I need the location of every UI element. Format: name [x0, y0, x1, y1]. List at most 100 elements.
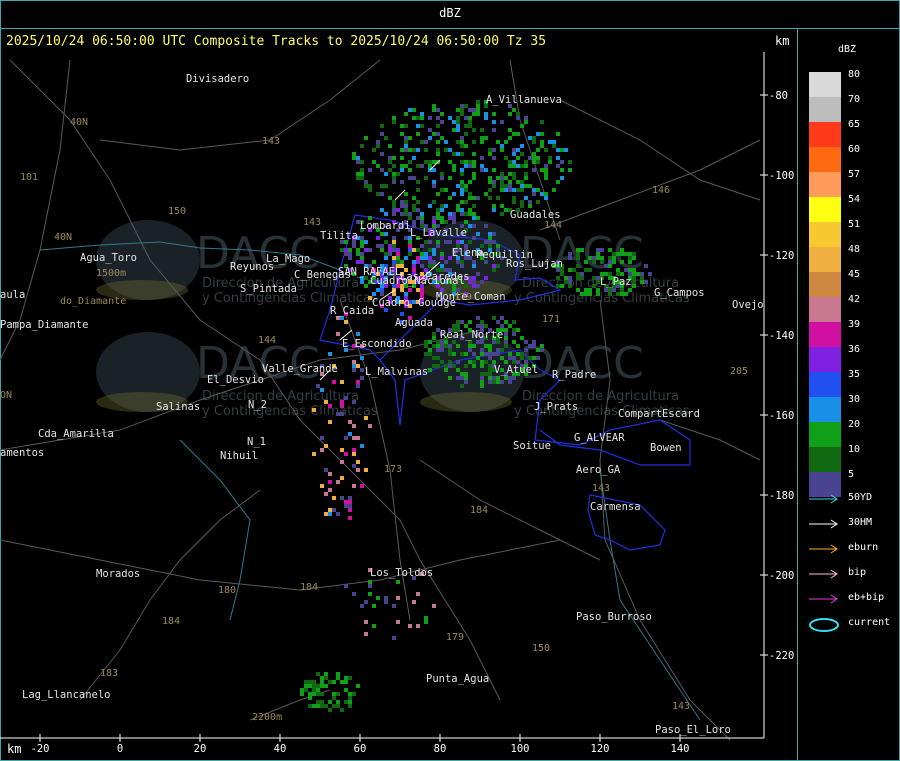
echo-cell — [508, 356, 512, 360]
echo-cell — [456, 320, 460, 324]
echo-cell — [436, 216, 440, 220]
echo-cell — [412, 176, 416, 180]
echo-cell — [424, 256, 428, 260]
echo-cell — [404, 164, 408, 168]
place-label: L_Malvinas — [365, 366, 428, 378]
echo-cell — [432, 356, 436, 360]
echo-cell — [476, 100, 480, 104]
echo-cell — [440, 348, 444, 352]
echo-cell — [336, 512, 340, 516]
echo-cell — [536, 188, 540, 192]
echo-cell — [432, 108, 436, 112]
echo-cell — [500, 148, 504, 152]
echo-cell — [364, 240, 368, 244]
echo-cell — [492, 240, 496, 244]
echo-cell — [472, 160, 476, 164]
legend-value-label: 70 — [848, 94, 861, 105]
echo-cell — [512, 152, 516, 156]
echo-cell — [352, 244, 356, 248]
echo-cell — [316, 684, 320, 688]
echo-cell — [512, 332, 516, 336]
echo-cell — [360, 168, 364, 172]
echo-cell — [540, 168, 544, 172]
echo-cell — [348, 704, 352, 708]
echo-cell — [580, 248, 584, 252]
echo-cell — [472, 112, 476, 116]
echo-cell — [468, 164, 472, 168]
echo-cell — [440, 220, 444, 224]
echo-cell — [468, 108, 472, 112]
echo-cell — [312, 408, 316, 412]
echo-cell — [364, 600, 368, 604]
echo-cell — [432, 332, 436, 336]
echo-cell — [356, 468, 360, 472]
echo-cell — [356, 364, 360, 368]
radar-map[interactable]: DACC Direccion de Agricultura y Continge… — [0, 0, 900, 761]
echo-cell — [320, 684, 324, 688]
echo-cell — [344, 700, 348, 704]
echo-cell — [456, 260, 460, 264]
echo-cell — [432, 180, 436, 184]
legend-swatch — [809, 297, 841, 322]
echo-cell — [360, 172, 364, 176]
echo-cell — [392, 236, 396, 240]
echo-cell — [560, 160, 564, 164]
echo-cell — [448, 240, 452, 244]
echo-cell — [640, 280, 644, 284]
echo-cell — [400, 164, 404, 168]
echo-cell — [480, 364, 484, 368]
echo-cell — [352, 152, 356, 156]
echo-cell — [312, 452, 316, 456]
echo-cell — [416, 248, 420, 252]
echo-cell — [368, 248, 372, 252]
echo-cell — [440, 204, 444, 208]
legend-value-label: 39 — [848, 319, 861, 330]
echo-cell — [488, 196, 492, 200]
echo-cell — [388, 160, 392, 164]
echo-cell — [356, 332, 360, 336]
echo-cell — [488, 352, 492, 356]
echo-cell — [384, 240, 388, 244]
echo-cell — [608, 248, 612, 252]
echo-cell — [460, 152, 464, 156]
echo-cell — [372, 604, 376, 608]
road-number: 184 — [162, 616, 180, 627]
echo-cell — [460, 352, 464, 356]
echo-cell — [360, 444, 364, 448]
echo-cell — [504, 376, 508, 380]
echo-cell — [432, 248, 436, 252]
echo-cell — [392, 116, 396, 120]
watermark-line2: y Contingencias Climaticas — [202, 404, 378, 419]
echo-cell — [452, 324, 456, 328]
echo-cell — [368, 168, 372, 172]
echo-cell — [384, 600, 388, 604]
echo-cell — [456, 376, 460, 380]
echo-cell — [556, 284, 560, 288]
echo-cell — [332, 380, 336, 384]
echo-cell — [360, 260, 364, 264]
echo-cell — [512, 356, 516, 360]
echo-cell — [440, 188, 444, 192]
echo-cell — [396, 208, 400, 212]
echo-cell — [504, 336, 508, 340]
echo-cell — [320, 448, 324, 452]
echo-cell — [384, 212, 388, 216]
echo-cell — [464, 364, 468, 368]
echo-cell — [592, 284, 596, 288]
echo-cell — [352, 592, 356, 596]
echo-cell — [532, 356, 536, 360]
echo-cell — [404, 112, 408, 116]
place-label: N_1 — [247, 436, 266, 448]
echo-cell — [568, 268, 572, 272]
echo-cell — [404, 200, 408, 204]
echo-cell — [376, 244, 380, 248]
echo-cell — [448, 196, 452, 200]
echo-cell — [504, 188, 508, 192]
echo-cell — [372, 148, 376, 152]
echo-cell — [464, 200, 468, 204]
echo-cell — [476, 324, 480, 328]
echo-cell — [320, 680, 324, 684]
echo-cell — [384, 136, 388, 140]
echo-cell — [504, 208, 508, 212]
echo-cell — [424, 340, 428, 344]
